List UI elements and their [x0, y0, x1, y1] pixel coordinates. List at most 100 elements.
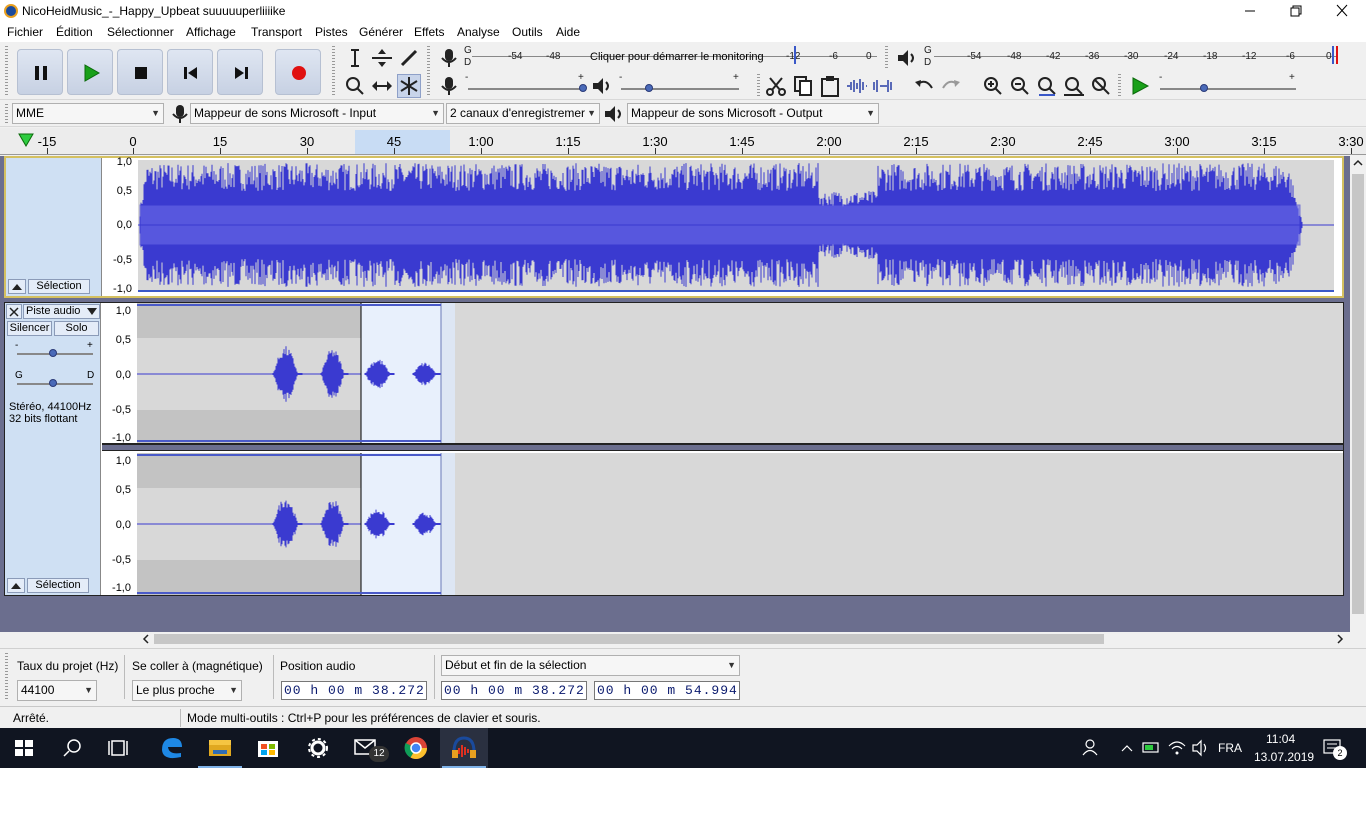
channels-select[interactable]: 2 canaux d'enregistremer ▼	[446, 103, 600, 124]
record-volume-thumb[interactable]	[579, 84, 587, 92]
stop-button[interactable]	[117, 49, 163, 95]
audio-position-field[interactable]: 00 h 00 m 38.272 s	[281, 681, 427, 700]
play-head-triangle-icon[interactable]	[18, 133, 34, 147]
toolbar-grip[interactable]	[885, 46, 888, 68]
horizontal-scrollbar[interactable]	[140, 632, 1350, 646]
zoom-toggle-button[interactable]	[1089, 74, 1113, 98]
audio-track-1[interactable]: Sélection 1,0 0,5 0,0 -0,5 -1,0	[4, 156, 1344, 298]
selection-mode-select[interactable]: Début et fin de la sélection ▼	[441, 655, 740, 676]
play-speed-thumb[interactable]	[1200, 84, 1208, 92]
menu-affichage[interactable]: Affichage	[186, 25, 236, 39]
record-button[interactable]	[275, 49, 321, 95]
audio-host-select[interactable]: MME ▼	[12, 103, 164, 124]
fit-project-button[interactable]	[1062, 74, 1086, 98]
toolbar-grip[interactable]	[332, 46, 335, 96]
toolbar-grip[interactable]	[5, 46, 8, 96]
clock-time[interactable]: 11:04	[1266, 732, 1295, 748]
menu-selectionner[interactable]: Sélectionner	[107, 25, 174, 39]
chevron-up-icon[interactable]	[1350, 156, 1366, 170]
select-track-button[interactable]: Sélection	[28, 279, 90, 294]
play-button[interactable]	[67, 49, 113, 95]
record-volume-slider[interactable]	[468, 88, 584, 90]
settings-button[interactable]	[294, 728, 342, 768]
vertical-scrollbar[interactable]	[1350, 156, 1366, 632]
paste-button[interactable]	[818, 74, 842, 98]
zoom-out-button[interactable]	[1008, 74, 1032, 98]
battery-button[interactable]	[1140, 728, 1162, 768]
waveform-right-channel[interactable]	[137, 453, 1343, 595]
collapse-track-button[interactable]	[7, 578, 25, 593]
file-explorer-button[interactable]	[196, 728, 244, 768]
menu-edition[interactable]: Édition	[56, 25, 93, 39]
solo-button[interactable]: Solo	[54, 321, 99, 336]
menu-generer[interactable]: Générer	[359, 25, 403, 39]
envelope-tool[interactable]	[370, 46, 394, 70]
clock-date[interactable]: 13.07.2019	[1254, 750, 1314, 766]
toolbar-grip[interactable]	[757, 74, 760, 96]
undo-button[interactable]	[912, 74, 936, 98]
snap-select[interactable]: Le plus proche ▼	[132, 680, 242, 701]
network-button[interactable]	[1166, 728, 1188, 768]
copy-button[interactable]	[791, 74, 815, 98]
waveform-track-1[interactable]	[138, 160, 1334, 292]
chevron-left-icon[interactable]	[140, 632, 152, 646]
multi-tool[interactable]	[397, 74, 421, 98]
mute-button[interactable]: Silencer	[7, 321, 52, 336]
selection-tool[interactable]	[343, 46, 367, 70]
menu-analyse[interactable]: Analyse	[457, 25, 500, 39]
collapse-track-button[interactable]	[8, 279, 26, 294]
audio-track-2[interactable]: Piste audio Silencer Solo - + G D Stéréo…	[4, 302, 1344, 596]
volume-button[interactable]	[1190, 728, 1212, 768]
output-device-select[interactable]: Mappeur de sons Microsoft - Output ▼	[627, 103, 879, 124]
gain-slider-thumb[interactable]	[49, 349, 57, 357]
vertical-scale[interactable]: 1,0 0,5 0,0 -0,5 -1,0	[103, 156, 136, 296]
menu-outils[interactable]: Outils	[512, 25, 543, 39]
zoom-in-button[interactable]	[981, 74, 1005, 98]
language-indicator[interactable]: FRA	[1218, 728, 1242, 768]
skip-to-end-button[interactable]	[217, 49, 263, 95]
toolbar-grip[interactable]	[5, 653, 8, 701]
play-speed-slider[interactable]	[1160, 88, 1296, 90]
chevron-right-icon[interactable]	[1334, 632, 1346, 646]
fit-selection-button[interactable]	[1035, 74, 1059, 98]
cut-button[interactable]	[764, 74, 788, 98]
play-at-speed-button[interactable]	[1128, 74, 1152, 98]
pause-button[interactable]	[17, 49, 63, 95]
restore-button[interactable]	[1273, 0, 1319, 22]
redo-button[interactable]	[939, 74, 963, 98]
notifications-button[interactable]: 2	[1318, 728, 1348, 768]
trim-button[interactable]	[845, 74, 869, 98]
draw-tool[interactable]	[397, 46, 421, 70]
close-track-button[interactable]	[6, 304, 22, 319]
toolbar-grip[interactable]	[1118, 74, 1121, 96]
selection-start-field[interactable]: 00 h 00 m 38.272 s	[441, 681, 587, 700]
timeline-ruler[interactable]: -15 0 15 30 45 1:00 1:15 1:30 1:45 2:00 2:15 2:30 2:…	[0, 128, 1366, 155]
vertical-scale[interactable]: 1,0 0,5 0,0 -0,5 -1,0	[102, 453, 135, 595]
close-button[interactable]	[1319, 0, 1365, 22]
vertical-scale[interactable]: 1,0 0,5 0,0 -0,5 -1,0	[102, 303, 135, 444]
project-rate-select[interactable]: 44100 ▼	[17, 680, 97, 701]
input-device-select[interactable]: Mappeur de sons Microsoft - Input ▼	[190, 103, 444, 124]
search-button[interactable]	[48, 728, 96, 768]
start-button[interactable]	[0, 728, 48, 768]
minimize-button[interactable]	[1227, 0, 1273, 22]
edge-button[interactable]	[148, 728, 196, 768]
people-button[interactable]	[1080, 728, 1104, 768]
pan-slider-thumb[interactable]	[49, 379, 57, 387]
record-meter-button[interactable]	[437, 46, 461, 70]
time-shift-tool[interactable]	[370, 74, 394, 98]
zoom-tool[interactable]	[343, 74, 367, 98]
store-button[interactable]	[244, 728, 292, 768]
task-view-button[interactable]	[96, 728, 144, 768]
monitor-prompt[interactable]: Cliquer pour démarrer le monitoring	[590, 51, 764, 63]
menu-effets[interactable]: Effets	[414, 25, 444, 39]
menu-pistes[interactable]: Pistes	[315, 25, 348, 39]
chrome-button[interactable]	[392, 728, 440, 768]
show-hidden-icons-button[interactable]	[1118, 728, 1136, 768]
playback-volume-slider[interactable]	[621, 88, 739, 90]
mail-button[interactable]: 12	[344, 728, 392, 768]
horizontal-scroll-thumb[interactable]	[154, 634, 1104, 644]
menu-fichier[interactable]: Fichier	[7, 25, 43, 39]
waveform-left-channel[interactable]	[137, 303, 1343, 443]
select-track-button[interactable]: Sélection	[27, 578, 89, 593]
